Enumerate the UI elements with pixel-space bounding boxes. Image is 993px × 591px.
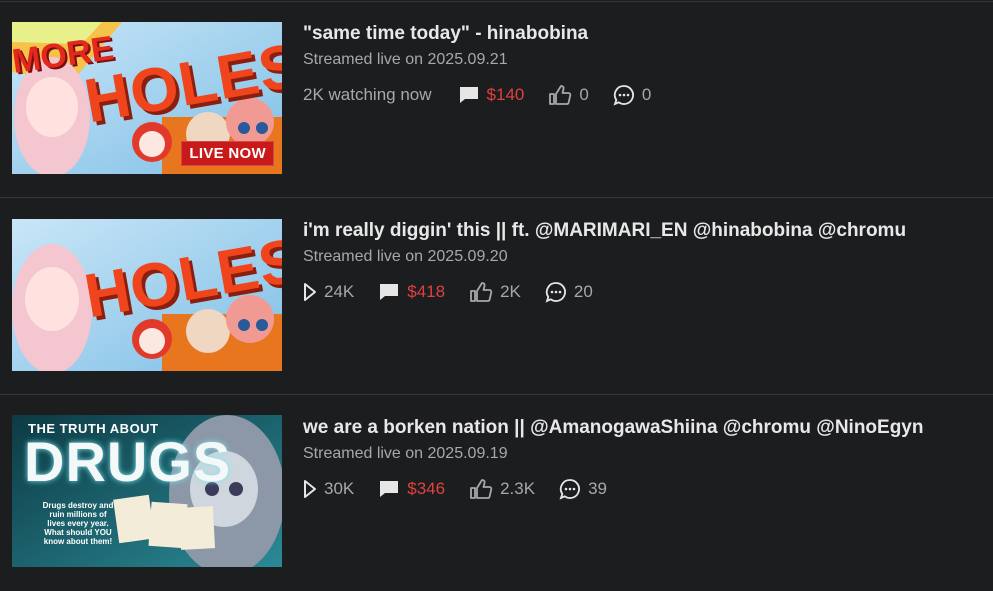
superchat-amount: $346 xyxy=(407,479,446,498)
views-stat: 24K xyxy=(303,282,354,302)
comment-icon xyxy=(559,479,581,500)
likes-count: 0 xyxy=(579,85,589,104)
likes-stat: 2.3K xyxy=(469,478,535,500)
superchat-stat: $346 xyxy=(378,479,445,499)
video-thumbnail[interactable]: THE TRUTH ABOUT DRUGS Drugs destroy and … xyxy=(12,415,282,567)
comment-icon xyxy=(545,282,566,303)
video-stats: 2K watching now $140 0 0 xyxy=(303,83,675,107)
superchat-amount: $418 xyxy=(407,282,446,301)
watching-count: 2K watching now xyxy=(303,85,432,104)
superchat-stat: $418 xyxy=(378,282,445,302)
likes-count: 2K xyxy=(500,282,521,301)
thumbnail-caption: Drugs destroy and ruin millions of lives… xyxy=(42,501,114,546)
play-icon xyxy=(304,283,316,301)
live-now-badge: LIVE NOW xyxy=(181,141,274,166)
views-count: 24K xyxy=(324,282,355,301)
video-row[interactable]: THE TRUTH ABOUT DRUGS Drugs destroy and … xyxy=(0,395,993,591)
video-row[interactable]: HOLES i'm really diggin' this || ft. @MA… xyxy=(0,198,993,394)
comments-stat: 39 xyxy=(559,478,607,500)
comments-count: 20 xyxy=(573,282,593,301)
chat-bubble-icon xyxy=(459,87,478,103)
comment-icon xyxy=(613,85,634,106)
chat-bubble-icon xyxy=(380,284,399,300)
video-info: "same time today" - hinabobina Streamed … xyxy=(303,22,675,107)
comments-count: 39 xyxy=(588,479,607,498)
video-title[interactable]: "same time today" - hinabobina xyxy=(303,22,675,46)
video-stats: 24K $418 2K 20 xyxy=(303,280,906,304)
comments-stat: 20 xyxy=(545,281,593,303)
video-info: i'm really diggin' this || ft. @MARIMARI… xyxy=(303,219,906,304)
video-stats: 30K $346 2.3K 39 xyxy=(303,477,923,501)
video-thumbnail[interactable]: HOLES xyxy=(12,219,282,371)
thumbs-up-icon xyxy=(549,85,572,105)
views-count: 30K xyxy=(324,479,355,498)
stream-date: Streamed live on 2025.09.20 xyxy=(303,248,508,265)
thumbs-up-icon xyxy=(470,479,493,499)
likes-stat: 0 xyxy=(548,84,589,106)
play-icon xyxy=(304,480,316,498)
video-title[interactable]: we are a borken nation || @AmanogawaShii… xyxy=(303,416,923,440)
thumbs-up-icon xyxy=(470,282,493,302)
stream-date: Streamed live on 2025.09.19 xyxy=(303,445,508,462)
video-thumbnail[interactable]: MORE HOLES LIVE NOW xyxy=(12,22,282,174)
stream-date: Streamed live on 2025.09.21 xyxy=(303,51,508,68)
chat-bubble-icon xyxy=(380,481,399,497)
thumbnail-text: DRUGS xyxy=(24,430,232,493)
superchat-amount: $140 xyxy=(486,85,525,104)
comments-count: 0 xyxy=(641,85,652,104)
likes-stat: 2K xyxy=(469,281,521,303)
comments-stat: 0 xyxy=(613,84,651,106)
video-row[interactable]: MORE HOLES LIVE NOW "same time today" - … xyxy=(0,1,993,197)
views-stat: 30K xyxy=(303,479,354,499)
superchat-stat: $140 xyxy=(458,85,525,105)
likes-count: 2.3K xyxy=(500,479,536,498)
video-info: we are a borken nation || @AmanogawaShii… xyxy=(303,416,923,501)
video-title[interactable]: i'm really diggin' this || ft. @MARIMARI… xyxy=(303,219,906,243)
